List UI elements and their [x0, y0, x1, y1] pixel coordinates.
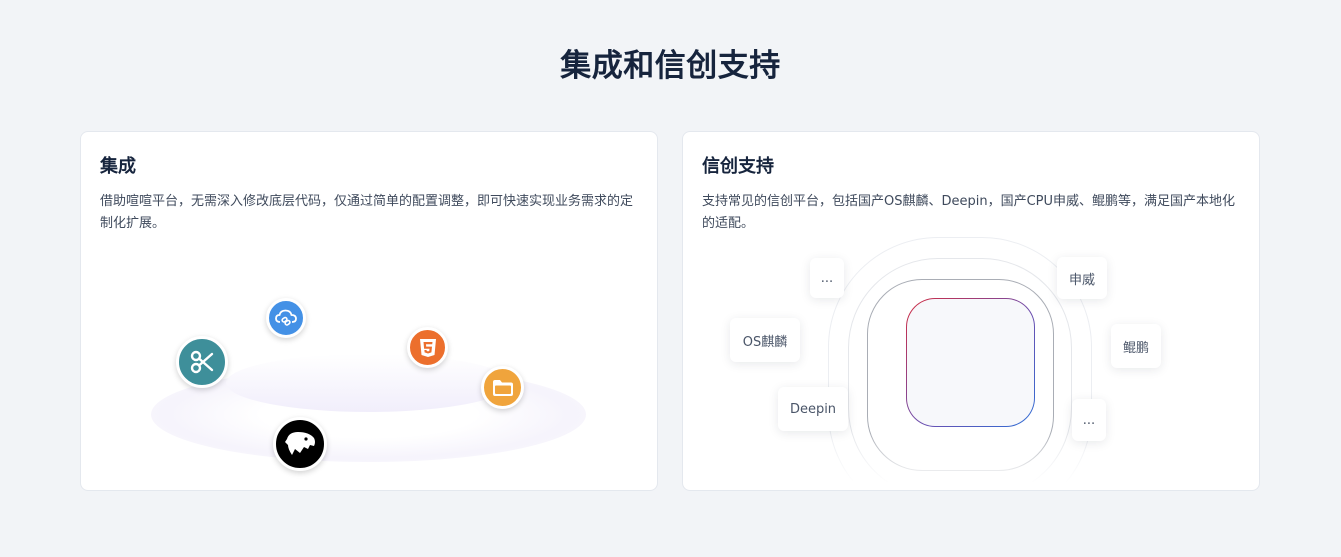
section-title: 集成和信创支持	[560, 48, 781, 84]
html5-icon	[407, 327, 448, 368]
page: 集成和信创支持 集成 借助喧喧平台，无需深入修改底层代码，仅通过简单的配置调整，…	[0, 0, 1341, 557]
orbit-inner-ring	[226, 354, 511, 412]
tag-deepin: Deepin	[778, 387, 848, 431]
tag-more-top: ...	[810, 258, 844, 298]
integration-card: 集成 借助喧喧平台，无需深入修改底层代码，仅通过简单的配置调整，即可快速实现业务…	[80, 131, 658, 491]
integration-description: 借助喧喧平台，无需深入修改底层代码，仅通过简单的配置调整，即可快速实现业务需求的…	[100, 194, 634, 231]
tag-kunpeng: 鲲鹏	[1111, 324, 1161, 368]
folder-icon	[481, 366, 524, 409]
cloud-link-icon	[266, 298, 306, 338]
tag-more-bottom: ...	[1072, 399, 1106, 441]
bottom-fade	[803, 432, 1123, 490]
xinchuang-card: 信创支持 支持常见的信创平台，包括国产OS麒麟、Deepin，国产CPU申威、鲲…	[682, 131, 1260, 491]
animal-logo-icon	[273, 417, 327, 471]
xinchuang-title: 信创支持	[702, 156, 774, 177]
scissors-icon	[176, 336, 228, 388]
tag-os-kylin: OS麒麟	[730, 318, 800, 362]
xinchuang-description: 支持常见的信创平台，包括国产OS麒麟、Deepin，国产CPU申威、鲲鹏等，满足…	[702, 194, 1236, 231]
integration-title: 集成	[100, 156, 136, 177]
chip-icon	[907, 299, 1034, 426]
tag-shenwei: 申威	[1057, 257, 1107, 299]
